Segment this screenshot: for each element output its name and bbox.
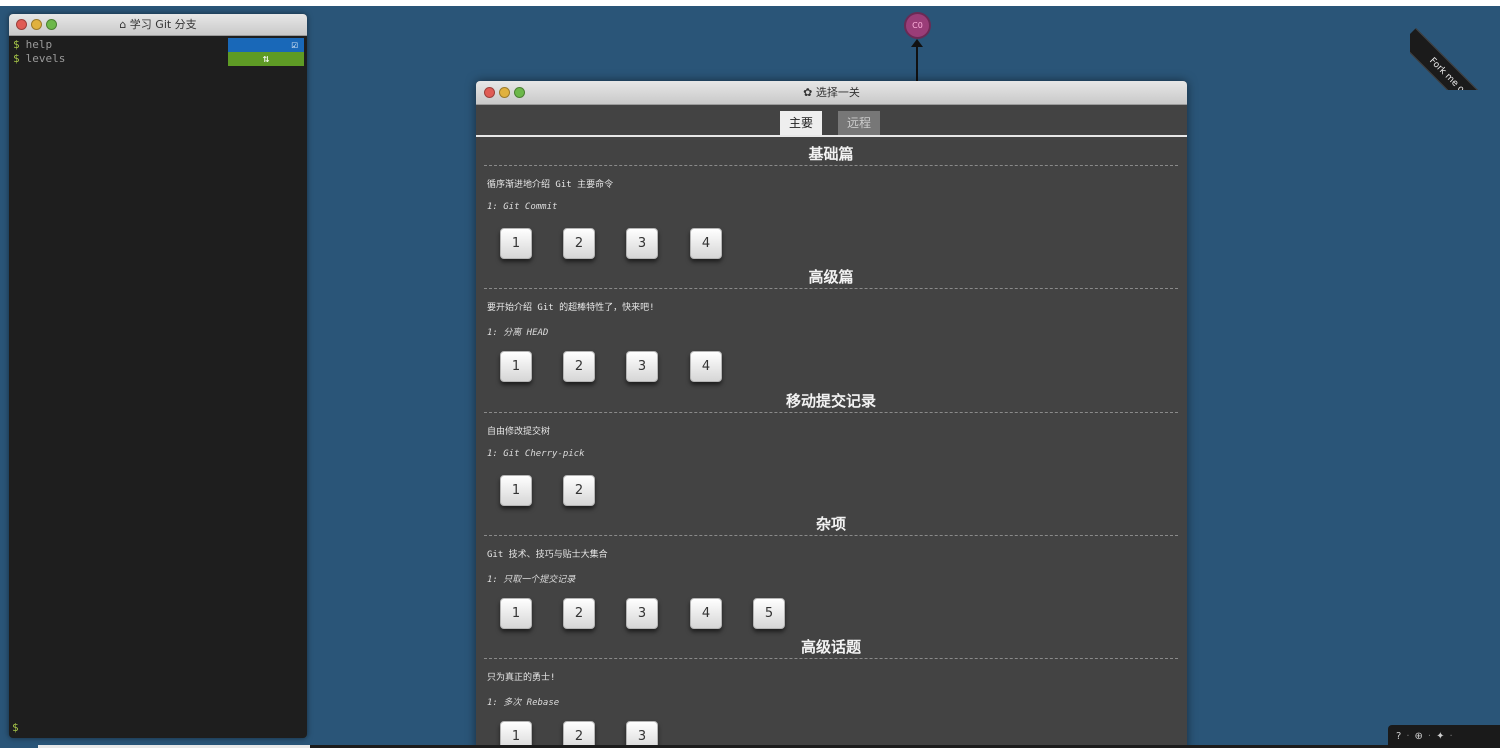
level-button[interactable]: 1 xyxy=(500,351,532,383)
check-icon: ☑ xyxy=(228,38,304,52)
level-button[interactable]: 3 xyxy=(626,228,658,259)
section-title: 基础篇 xyxy=(484,144,1178,166)
section-title: 杂项 xyxy=(484,514,1178,536)
maximize-dot[interactable] xyxy=(514,87,525,98)
section-description: 自由修改提交树 xyxy=(487,426,551,437)
maximize-dot[interactable] xyxy=(46,19,57,30)
minimize-dot[interactable] xyxy=(31,19,42,30)
level-button[interactable]: 4 xyxy=(690,351,722,383)
tab-main[interactable]: 主要 xyxy=(780,111,822,135)
command-text: levels xyxy=(25,52,66,65)
level-button[interactable]: 2 xyxy=(563,721,595,748)
level-button[interactable]: 4 xyxy=(690,597,722,629)
section-title: 高级篇 xyxy=(484,267,1178,290)
twitter-icon[interactable]: ✦ xyxy=(1436,731,1444,742)
level-select-titlebar: ✿ 选择一关 xyxy=(476,81,1187,105)
gear-icon: ✿ xyxy=(803,86,813,99)
level-button[interactable]: 1 xyxy=(500,721,532,748)
level-select-window: ✿ 选择一关 主要 远程 基础篇循序渐进地介绍 Git 主要命令 1: Git C… xyxy=(476,81,1187,748)
section-description: 只为真正的勇士! xyxy=(487,673,556,684)
help-icon[interactable]: ? xyxy=(1396,731,1401,742)
terminal-line-levels[interactable]: $ levels ⇅ xyxy=(9,52,307,66)
section-title: 高级话题 xyxy=(484,637,1178,660)
separator: · xyxy=(1406,731,1410,742)
level-button[interactable]: 3 xyxy=(626,721,658,748)
separator: · xyxy=(1449,731,1453,742)
separator: · xyxy=(1427,731,1432,742)
prompt-symbol: $ xyxy=(13,38,20,51)
commit-edge xyxy=(916,45,918,83)
level-button[interactable]: 3 xyxy=(626,597,658,629)
level-button[interactable]: 2 xyxy=(563,597,595,629)
close-dot[interactable] xyxy=(16,19,27,30)
section-first-level-name: 1: 多次 Rebase xyxy=(487,698,560,709)
command-text: help xyxy=(25,38,53,51)
section-description: 要开始介绍 Git 的超棒特性了，快来吧! xyxy=(487,303,655,314)
section-first-level-name: 1: 只取一个提交记录 xyxy=(487,574,576,585)
section-first-level-name: 1: 分离 HEAD xyxy=(487,328,549,339)
window-controls xyxy=(16,19,57,30)
ribbon-text[interactable]: Fork me on GitHub xyxy=(1410,28,1500,90)
terminal-line-help[interactable]: $ help ☑ xyxy=(9,38,307,52)
section-description: 循序渐进地介绍 Git 主要命令 xyxy=(487,180,614,190)
level-button[interactable]: 5 xyxy=(753,597,785,629)
top-strip xyxy=(0,0,1500,6)
section-first-level-name: 1: Git Commit xyxy=(487,202,558,212)
level-button[interactable]: 1 xyxy=(500,228,532,259)
tab-remote[interactable]: 远程 xyxy=(838,111,880,135)
level-button[interactable]: 2 xyxy=(563,351,595,383)
refresh-icon: ⇅ xyxy=(228,52,304,66)
terminal-title: 学习 Git 分支 xyxy=(129,18,197,31)
window-title: 选择一关 xyxy=(815,86,860,99)
section-description: Git 技术、技巧与贴士大集合 xyxy=(487,549,608,560)
terminal-titlebar: ⌂ 学习 Git 分支 xyxy=(9,14,307,36)
terminal-window: ⌂ 学习 Git 分支 $ help ☑ $ levels ⇅ $ xyxy=(9,14,307,738)
level-button[interactable]: 3 xyxy=(626,351,658,383)
level-button[interactable]: 2 xyxy=(563,228,595,259)
tab-bar: 主要 远程 xyxy=(476,105,1187,137)
level-button[interactable]: 4 xyxy=(690,228,722,259)
prompt-symbol: $ xyxy=(13,52,20,65)
commit-node[interactable]: C0 xyxy=(904,12,931,39)
level-button[interactable]: 1 xyxy=(500,597,532,629)
home-icon: ⌂ xyxy=(119,18,127,31)
level-button[interactable]: 1 xyxy=(500,474,532,506)
bottom-toolbar: ? · ⊕ · ✦ · xyxy=(1388,725,1500,748)
github-ribbon[interactable]: Fork me on GitHub xyxy=(1410,0,1500,90)
minimize-dot[interactable] xyxy=(499,87,510,98)
section-title: 移动提交记录 xyxy=(484,391,1178,413)
level-button[interactable]: 2 xyxy=(563,474,595,506)
terminal-lines: $ help ☑ $ levels ⇅ xyxy=(9,36,307,66)
command-input-prompt[interactable]: $ xyxy=(12,721,19,734)
close-dot[interactable] xyxy=(484,87,495,98)
window-controls xyxy=(484,87,525,98)
globe-icon[interactable]: ⊕ xyxy=(1415,731,1423,742)
section-first-level-name: 1: Git Cherry-pick xyxy=(487,448,585,459)
